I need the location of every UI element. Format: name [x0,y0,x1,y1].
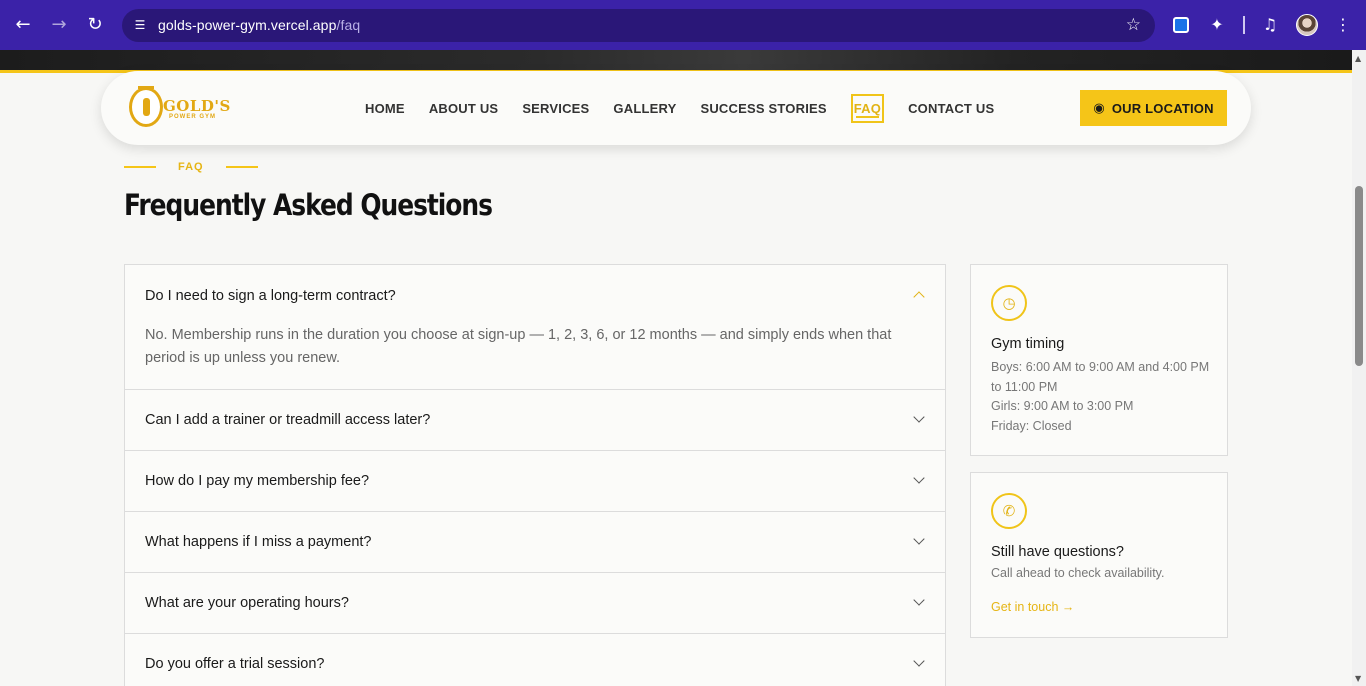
our-location-label: OUR LOCATION [1111,100,1214,116]
scroll-up-icon[interactable]: ▲ [1355,54,1361,63]
logo-sub: POWER GYM [169,114,217,120]
media-icon[interactable]: ♫ [1259,14,1281,36]
scrollbar-thumb[interactable] [1355,186,1363,366]
gym-timing-card: ◷ Gym timing Boys: 6:00 AM to 9:00 AM an… [970,264,1228,456]
star-icon[interactable]: ☆ [1126,15,1141,35]
faq-item: Can I add a trainer or treadmill access … [125,390,945,451]
toolbar-divider [1243,16,1245,34]
eyebrow-line-right [225,166,258,168]
faq-item: Do you offer a trial session? [125,634,945,686]
nav-gallery[interactable]: GALLERY [613,101,676,116]
faq-question[interactable]: Do you offer a trial session? [125,634,945,686]
faq-answer: No. Membership runs in the duration you … [145,327,892,366]
main-nav: HOME ABOUT US SERVICES GALLERY SUCCESS S… [365,71,1018,145]
faq-question[interactable]: What are your operating hours? [125,573,945,633]
hero-image-strip [0,50,1352,72]
tune-icon[interactable]: ☰ [132,17,148,33]
get-in-touch-link[interactable]: Get in touch → [991,600,1074,614]
faq-item: How do I pay my membership fee? [125,451,945,512]
faq-question[interactable]: What happens if I miss a payment? [125,512,945,572]
address-bar[interactable]: ☰ golds-power-gym.vercel.app/faq ☆ [122,9,1155,42]
questions-text: Call ahead to check availability. [991,566,1165,580]
crown-icon [138,81,154,89]
logo-word: GOLD'S [163,97,231,115]
site-header: GOLD'S POWER GYM HOME ABOUT US SERVICES … [101,71,1251,145]
nav-success-stories[interactable]: SUCCESS STORIES [700,101,826,116]
gym-timing-friday: Friday: Closed [991,419,1072,433]
clock-icon: ◷ [991,285,1027,321]
arrow-left-icon[interactable]: ← [11,13,35,37]
browser-toolbar: ← → ↻ ☰ golds-power-gym.vercel.app/faq ☆… [0,0,1366,50]
phone-icon: ✆ [991,493,1027,529]
puzzle-icon[interactable]: ✦ [1206,14,1228,36]
faq-item: Do I need to sign a long-term contract? … [125,265,945,390]
section-eyebrow: FAQ [124,160,258,174]
kebab-icon[interactable]: ⋮ [1332,14,1354,36]
map-pin-icon: ◉ [1093,100,1105,116]
questions-card: ✆ Still have questions? Call ahead to ch… [970,472,1228,638]
gym-timing-boys: Boys: 6:00 AM to 9:00 AM and 4:00 PM to … [991,360,1210,394]
faq-item: What happens if I miss a payment? [125,512,945,573]
nav-services[interactable]: SERVICES [522,101,589,116]
gym-timing-title: Gym timing [991,336,1065,352]
questions-title: Still have questions? [991,544,1124,560]
extension-icon[interactable] [1173,17,1189,33]
page-title: Frequently Asked Questions [124,188,493,222]
eyebrow-text: FAQ [178,161,204,173]
logo[interactable]: GOLD'S POWER GYM [129,85,239,131]
url-path: /faq [336,17,361,33]
url-host: golds-power-gym.vercel.app [158,17,337,33]
nav-about-us[interactable]: ABOUT US [429,101,499,116]
faq-accordion: Do I need to sign a long-term contract? … [124,264,946,686]
logo-crest [129,87,163,127]
scrollbar-track[interactable] [1352,50,1366,686]
scroll-down-icon[interactable]: ▼ [1355,674,1361,683]
url-text[interactable]: golds-power-gym.vercel.app/faq [158,17,360,33]
arrow-right-icon[interactable]: → [47,13,71,37]
our-location-button[interactable]: ◉ OUR LOCATION [1080,90,1227,126]
nav-home[interactable]: HOME [365,101,405,116]
eyebrow-line-left [124,166,156,168]
faq-item: What are your operating hours? [125,573,945,634]
faq-question[interactable]: Do I need to sign a long-term contract? [125,265,945,326]
nav-contact-us[interactable]: CONTACT US [908,101,994,116]
nav-faq[interactable]: FAQ [850,93,885,123]
faq-question[interactable]: How do I pay my membership fee? [125,451,945,511]
reload-icon[interactable]: ↻ [83,13,107,37]
gym-timing-girls: Girls: 9:00 AM to 3:00 PM [991,399,1134,413]
faq-question[interactable]: Can I add a trainer or treadmill access … [125,390,945,450]
avatar[interactable] [1296,14,1318,36]
